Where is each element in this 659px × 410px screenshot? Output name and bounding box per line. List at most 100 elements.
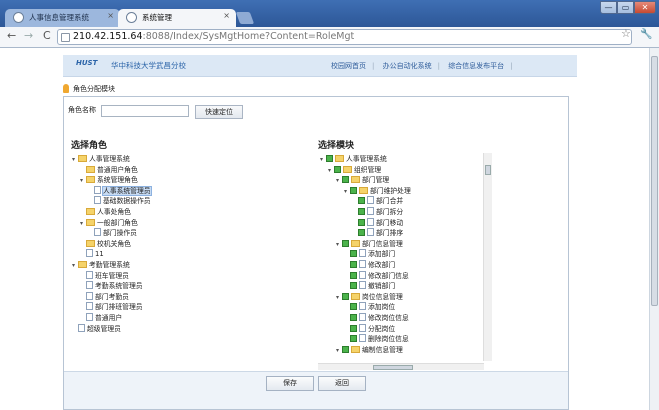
tree-node[interactable]: 添加岗位 <box>320 302 411 313</box>
reload-icon[interactable]: C <box>43 29 51 42</box>
checkbox-checked-icon[interactable] <box>350 271 357 279</box>
tree-node-label[interactable]: 部门合并 <box>376 197 403 205</box>
tree-node[interactable]: 基础数据操作员 <box>72 196 151 207</box>
checkbox-checked-icon[interactable] <box>358 197 365 205</box>
tree-node-label[interactable]: 基础数据操作员 <box>103 197 151 205</box>
tree-node[interactable]: ▾ 人事管理系统 <box>72 154 151 165</box>
tree-node-label[interactable]: 一般部门角色 <box>97 219 138 227</box>
page-scroll-thumb[interactable] <box>651 56 658 306</box>
checkbox-checked-icon[interactable] <box>342 176 349 184</box>
tree-node[interactable]: 班车管理员 <box>72 270 151 282</box>
checkbox-checked-icon[interactable] <box>350 260 357 268</box>
tree-node[interactable]: 部门排班管理员 <box>72 302 151 313</box>
new-tab-button[interactable] <box>235 12 255 24</box>
tree-node-label[interactable]: 考勤系统管理员 <box>95 282 143 290</box>
tree-node[interactable]: ▾ 考勤管理系统 <box>72 260 151 271</box>
checkbox-checked-icon[interactable] <box>350 282 357 290</box>
tree-node[interactable]: 普通用户角色 <box>72 165 151 176</box>
tree-node[interactable]: 修改部门信息 <box>320 270 411 282</box>
tree-node-label[interactable]: 考勤管理系统 <box>89 261 130 269</box>
tree-node[interactable]: 分配岗位 <box>320 323 411 335</box>
tree-node-label[interactable]: 组织管理 <box>354 166 381 174</box>
tree-node-label[interactable]: 添加岗位 <box>368 303 395 311</box>
tree-node-label[interactable]: 部门信息管理 <box>362 240 403 248</box>
scroll-thumb[interactable] <box>373 365 413 370</box>
close-window-button[interactable]: ✕ <box>634 1 656 14</box>
back-arrow-icon[interactable]: ← <box>7 29 16 42</box>
browser-tab-hr-system[interactable]: 人事信息管理系统 × <box>5 9 120 27</box>
tree-node-label[interactable]: 人事系统管理员 <box>102 185 152 196</box>
back-button[interactable]: 返回 <box>318 376 366 391</box>
module-tree-vscroll[interactable] <box>483 153 492 361</box>
forward-arrow-icon[interactable]: → <box>24 29 33 42</box>
checkbox-checked-icon[interactable] <box>326 155 333 162</box>
tree-node-label[interactable]: 撤销部门 <box>368 282 395 290</box>
tree-node[interactable]: ▾ 部门管理 <box>320 175 411 186</box>
tree-node-label[interactable]: 部门排序 <box>376 229 403 237</box>
tree-node-label[interactable]: 人事管理系统 <box>346 155 387 163</box>
tree-node[interactable]: ▾ 一般部门角色 <box>72 218 151 229</box>
tree-node-label[interactable]: 修改部门 <box>368 261 395 269</box>
link-oa-system[interactable]: 办公自动化系统 <box>383 62 432 70</box>
tree-node[interactable]: 人事处角色 <box>72 207 151 218</box>
minimize-button[interactable]: — <box>600 1 617 14</box>
tree-node[interactable]: 修改岗位信息 <box>320 312 411 324</box>
tree-node[interactable]: 校机关角色 <box>72 239 151 250</box>
link-info-platform[interactable]: 综合信息发布平台 <box>448 62 504 70</box>
tree-node[interactable]: ▾ 组织管理 <box>320 165 411 176</box>
tree-node-label[interactable]: 分配岗位 <box>368 325 395 333</box>
tree-node[interactable]: 修改部门 <box>320 259 411 271</box>
tree-node[interactable]: 超级管理员 <box>72 323 151 335</box>
tree-node[interactable]: ▾ 编制信息管理 <box>320 345 411 356</box>
tree-node-label[interactable]: 部门移动 <box>376 219 403 227</box>
tab-close-icon[interactable]: × <box>223 11 230 20</box>
tree-node-label[interactable]: 超级管理员 <box>87 325 121 333</box>
tree-node[interactable]: 删除岗位信息 <box>320 334 411 345</box>
tree-node-label[interactable]: 部门排班管理员 <box>95 303 143 311</box>
save-button[interactable]: 保存 <box>266 376 314 391</box>
tree-node-label[interactable]: 部门管理 <box>362 176 389 184</box>
tree-node[interactable]: ▾ 岗位信息管理 <box>320 292 411 303</box>
quick-locate-button[interactable]: 快速定位 <box>195 105 243 119</box>
module-tree-hscroll[interactable] <box>318 363 484 370</box>
browser-tab-system-admin[interactable]: 系统管理 × <box>118 9 236 27</box>
tree-node-label[interactable]: 班车管理员 <box>95 272 129 280</box>
tree-node[interactable]: 部门考勤员 <box>72 291 151 303</box>
tree-node[interactable]: 部门合并 <box>320 196 411 207</box>
tree-node[interactable]: 普通用户 <box>72 312 151 324</box>
checkbox-checked-icon[interactable] <box>358 229 365 237</box>
tree-node-label[interactable]: 编制信息管理 <box>362 346 403 354</box>
tree-node[interactable]: 考勤系统管理员 <box>72 281 151 292</box>
tree-node[interactable]: 部门操作员 <box>72 228 151 239</box>
tree-node[interactable]: 添加部门 <box>320 249 411 260</box>
tree-node-label[interactable]: 岗位信息管理 <box>362 293 403 301</box>
address-bar[interactable]: 210.42.151.64:8088/Index/SysMgtHome?Cont… <box>57 29 632 45</box>
tree-node-label[interactable]: 人事处角色 <box>97 208 131 216</box>
checkbox-checked-icon[interactable] <box>358 207 365 215</box>
tree-node[interactable]: 11 <box>72 249 151 260</box>
checkbox-checked-icon[interactable] <box>358 218 365 226</box>
checkbox-checked-icon[interactable] <box>350 250 357 258</box>
tree-node-label[interactable]: 系统管理角色 <box>97 176 138 184</box>
bookmark-star-icon[interactable]: ☆ <box>621 27 631 40</box>
page-scrollbar[interactable] <box>649 48 659 410</box>
tree-node[interactable]: 部门排序 <box>320 228 411 239</box>
tree-node-label[interactable]: 修改岗位信息 <box>368 314 409 322</box>
tree-node[interactable]: 人事系统管理员 <box>72 185 152 197</box>
tree-node-label[interactable]: 部门考勤员 <box>95 293 129 301</box>
tree-node-label[interactable]: 普通用户 <box>95 314 122 322</box>
tree-node-label[interactable]: 普通用户角色 <box>97 166 138 174</box>
tree-node-label[interactable]: 11 <box>95 250 104 258</box>
tree-node-label[interactable]: 修改部门信息 <box>368 272 409 280</box>
checkbox-checked-icon[interactable] <box>342 345 349 353</box>
tree-node[interactable]: 部门拆分 <box>320 206 411 218</box>
tree-node-label[interactable]: 人事管理系统 <box>89 155 130 163</box>
maximize-button[interactable]: ▭ <box>617 1 634 14</box>
tree-node-label[interactable]: 校机关角色 <box>97 240 131 248</box>
checkbox-checked-icon[interactable] <box>334 165 341 173</box>
checkbox-checked-icon[interactable] <box>350 313 357 321</box>
tree-node[interactable]: ▾ 部门维护处理 <box>320 186 411 197</box>
tree-node[interactable]: ▾ 系统管理角色 <box>72 175 151 186</box>
tree-node-label[interactable]: 部门操作员 <box>103 229 137 237</box>
checkbox-checked-icon[interactable] <box>342 239 349 247</box>
